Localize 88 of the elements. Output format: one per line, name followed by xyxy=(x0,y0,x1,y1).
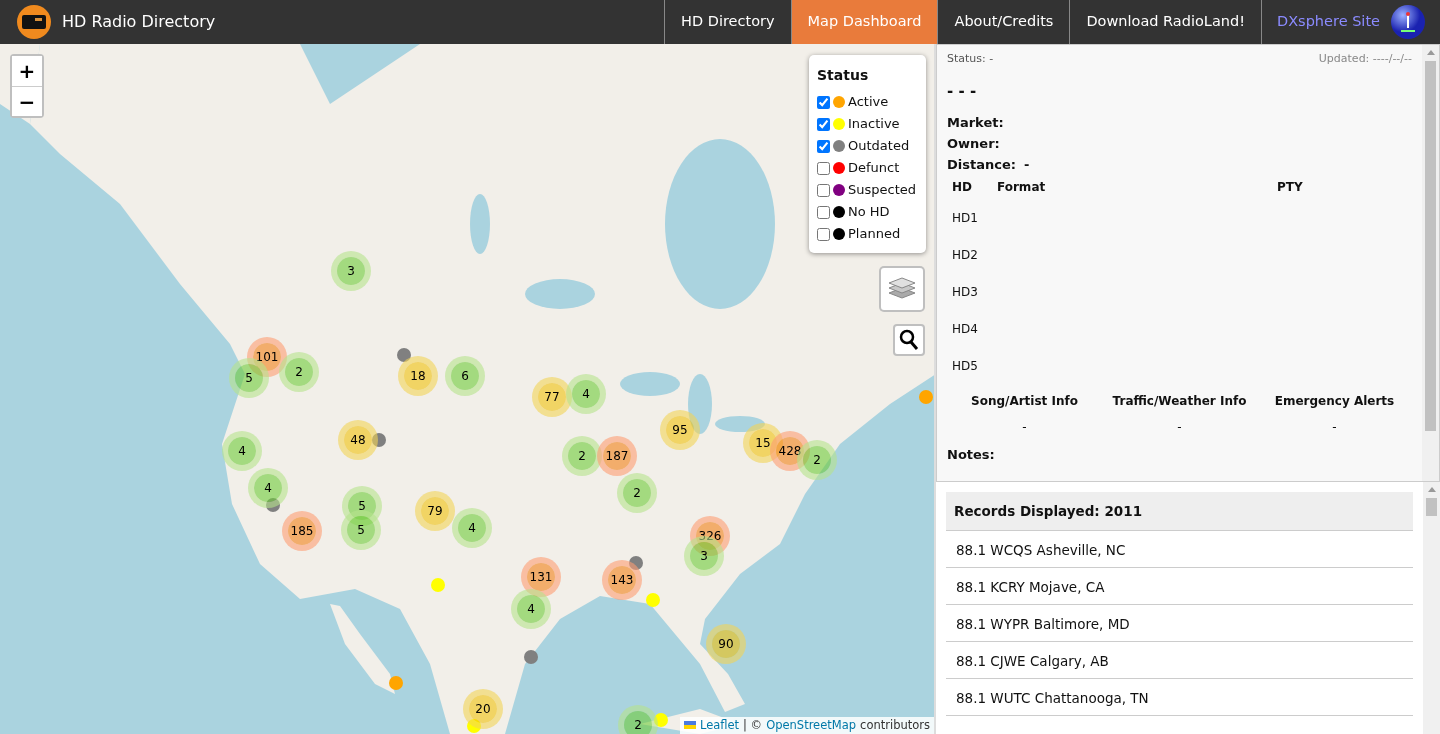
scrollbar[interactable] xyxy=(1423,482,1440,734)
feature-label: Emergency Alerts xyxy=(1274,393,1395,410)
cluster-marker[interactable]: 2 xyxy=(285,358,313,386)
record-item[interactable]: 88.1 WUTC Chattanooga, TN xyxy=(946,679,1413,717)
status-checkbox[interactable] xyxy=(817,139,830,153)
cluster-marker[interactable]: 2 xyxy=(568,442,596,470)
cluster-marker[interactable]: 20 xyxy=(469,695,497,723)
legend-title: Status xyxy=(817,66,869,85)
status-label: No HD xyxy=(848,203,890,222)
cluster-marker[interactable]: 2 xyxy=(803,446,831,474)
cluster-marker[interactable]: 187 xyxy=(603,442,631,470)
attribution-text: | © xyxy=(743,716,763,734)
table-cell: HD4 xyxy=(952,321,978,336)
status-label: Defunct xyxy=(848,159,900,178)
site-title[interactable]: HD Radio Directory xyxy=(62,10,216,34)
antenna-globe-icon xyxy=(1390,4,1426,40)
radio-logo-icon xyxy=(16,4,52,40)
record-item[interactable]: 88.1 CJWE Calgary, AB xyxy=(946,642,1413,680)
cluster-marker[interactable]: 77 xyxy=(538,383,566,411)
openstreetmap-link[interactable]: OpenStreetMap xyxy=(766,716,857,734)
cluster-marker[interactable]: 326 xyxy=(696,522,724,550)
updated-label: Updated: ----/--/-- xyxy=(1318,51,1412,67)
cluster-marker[interactable]: 90 xyxy=(712,630,740,658)
status-checkbox[interactable] xyxy=(817,227,830,241)
cluster-marker[interactable]: 48 xyxy=(344,426,372,454)
table-cell: HD1 xyxy=(952,210,978,225)
feature-value: - xyxy=(1177,419,1182,436)
field-label: Owner: xyxy=(947,135,1000,153)
cluster-marker[interactable]: 18 xyxy=(404,362,432,390)
status-label: Suspected xyxy=(848,181,916,200)
cluster-marker[interactable]: 95 xyxy=(666,416,694,444)
search-icon xyxy=(899,329,919,351)
cluster-marker[interactable]: 143 xyxy=(608,566,636,594)
cluster-marker[interactable]: 428 xyxy=(776,437,804,465)
records-header: Records Displayed: 2011 xyxy=(954,503,1143,519)
search-button[interactable] xyxy=(893,324,925,356)
status-checkbox[interactable] xyxy=(817,117,830,131)
call-sign: - - - xyxy=(947,81,977,100)
feature-value: - xyxy=(1332,419,1337,436)
cluster-marker[interactable]: 4 xyxy=(517,595,545,623)
status-checkbox[interactable] xyxy=(817,205,830,219)
status-checkbox[interactable] xyxy=(817,95,830,109)
cluster-marker[interactable]: 15 xyxy=(749,429,777,457)
cluster-marker[interactable]: 3 xyxy=(337,257,365,285)
notes-label: Notes: xyxy=(947,447,995,462)
site-link[interactable]: DXsphere Site xyxy=(1277,11,1380,33)
feature-label: Song/Artist Info xyxy=(971,393,1078,410)
status-label: Inactive xyxy=(848,115,900,134)
cluster-marker[interactable]: 5 xyxy=(347,516,375,544)
field-label: Market: xyxy=(947,114,1004,132)
cluster-marker[interactable]: 3 xyxy=(690,542,718,570)
status-label: Status: - xyxy=(947,51,994,67)
field-value: - xyxy=(1023,156,1030,174)
cluster-marker[interactable]: 79 xyxy=(421,497,449,525)
scrollbar[interactable] xyxy=(1422,45,1439,481)
table-cell: HD3 xyxy=(952,284,978,299)
cluster-marker[interactable]: 2 xyxy=(623,479,651,507)
status-label: Planned xyxy=(848,225,901,244)
record-item[interactable]: 88.1 WCQS Asheville, NC xyxy=(946,531,1413,569)
record-item[interactable]: 88.1 KCRY Mojave, CA xyxy=(946,568,1413,606)
cluster-marker[interactable]: 185 xyxy=(288,517,316,545)
attribution-text: contributors xyxy=(860,716,930,734)
cluster-marker[interactable]: 101 xyxy=(253,343,281,371)
table-cell: HD2 xyxy=(952,247,978,262)
field-label: Distance: xyxy=(947,156,1016,174)
feature-label: Traffic/Weather Info xyxy=(1112,393,1247,410)
column-header: PTY xyxy=(1277,180,1303,194)
status-label: Active xyxy=(848,93,889,112)
cluster-marker[interactable]: 4 xyxy=(572,380,600,408)
cluster-marker[interactable]: 4 xyxy=(228,437,256,465)
cluster-marker[interactable]: 6 xyxy=(451,362,479,390)
flag-icon xyxy=(683,721,696,730)
cluster-marker[interactable]: 131 xyxy=(527,563,555,591)
status-checkbox[interactable] xyxy=(817,183,830,197)
table-cell: HD5 xyxy=(952,358,978,373)
cluster-marker[interactable]: 4 xyxy=(458,514,486,542)
status-checkbox[interactable] xyxy=(817,161,830,175)
feature-value: - xyxy=(1022,419,1027,436)
record-item[interactable]: 88.1 WYPR Baltimore, MD xyxy=(946,605,1413,643)
cluster-marker[interactable]: 4 xyxy=(254,474,282,502)
column-header: HD xyxy=(952,180,972,194)
cluster-marker[interactable]: 5 xyxy=(235,364,263,392)
status-label: Outdated xyxy=(848,137,910,156)
column-header: Format xyxy=(997,180,1046,194)
layers-button[interactable] xyxy=(879,266,925,312)
cluster-marker[interactable]: 2 xyxy=(624,711,652,734)
cluster-marker[interactable]: 5 xyxy=(348,492,376,520)
zoom-out-button[interactable]: − xyxy=(12,86,42,116)
